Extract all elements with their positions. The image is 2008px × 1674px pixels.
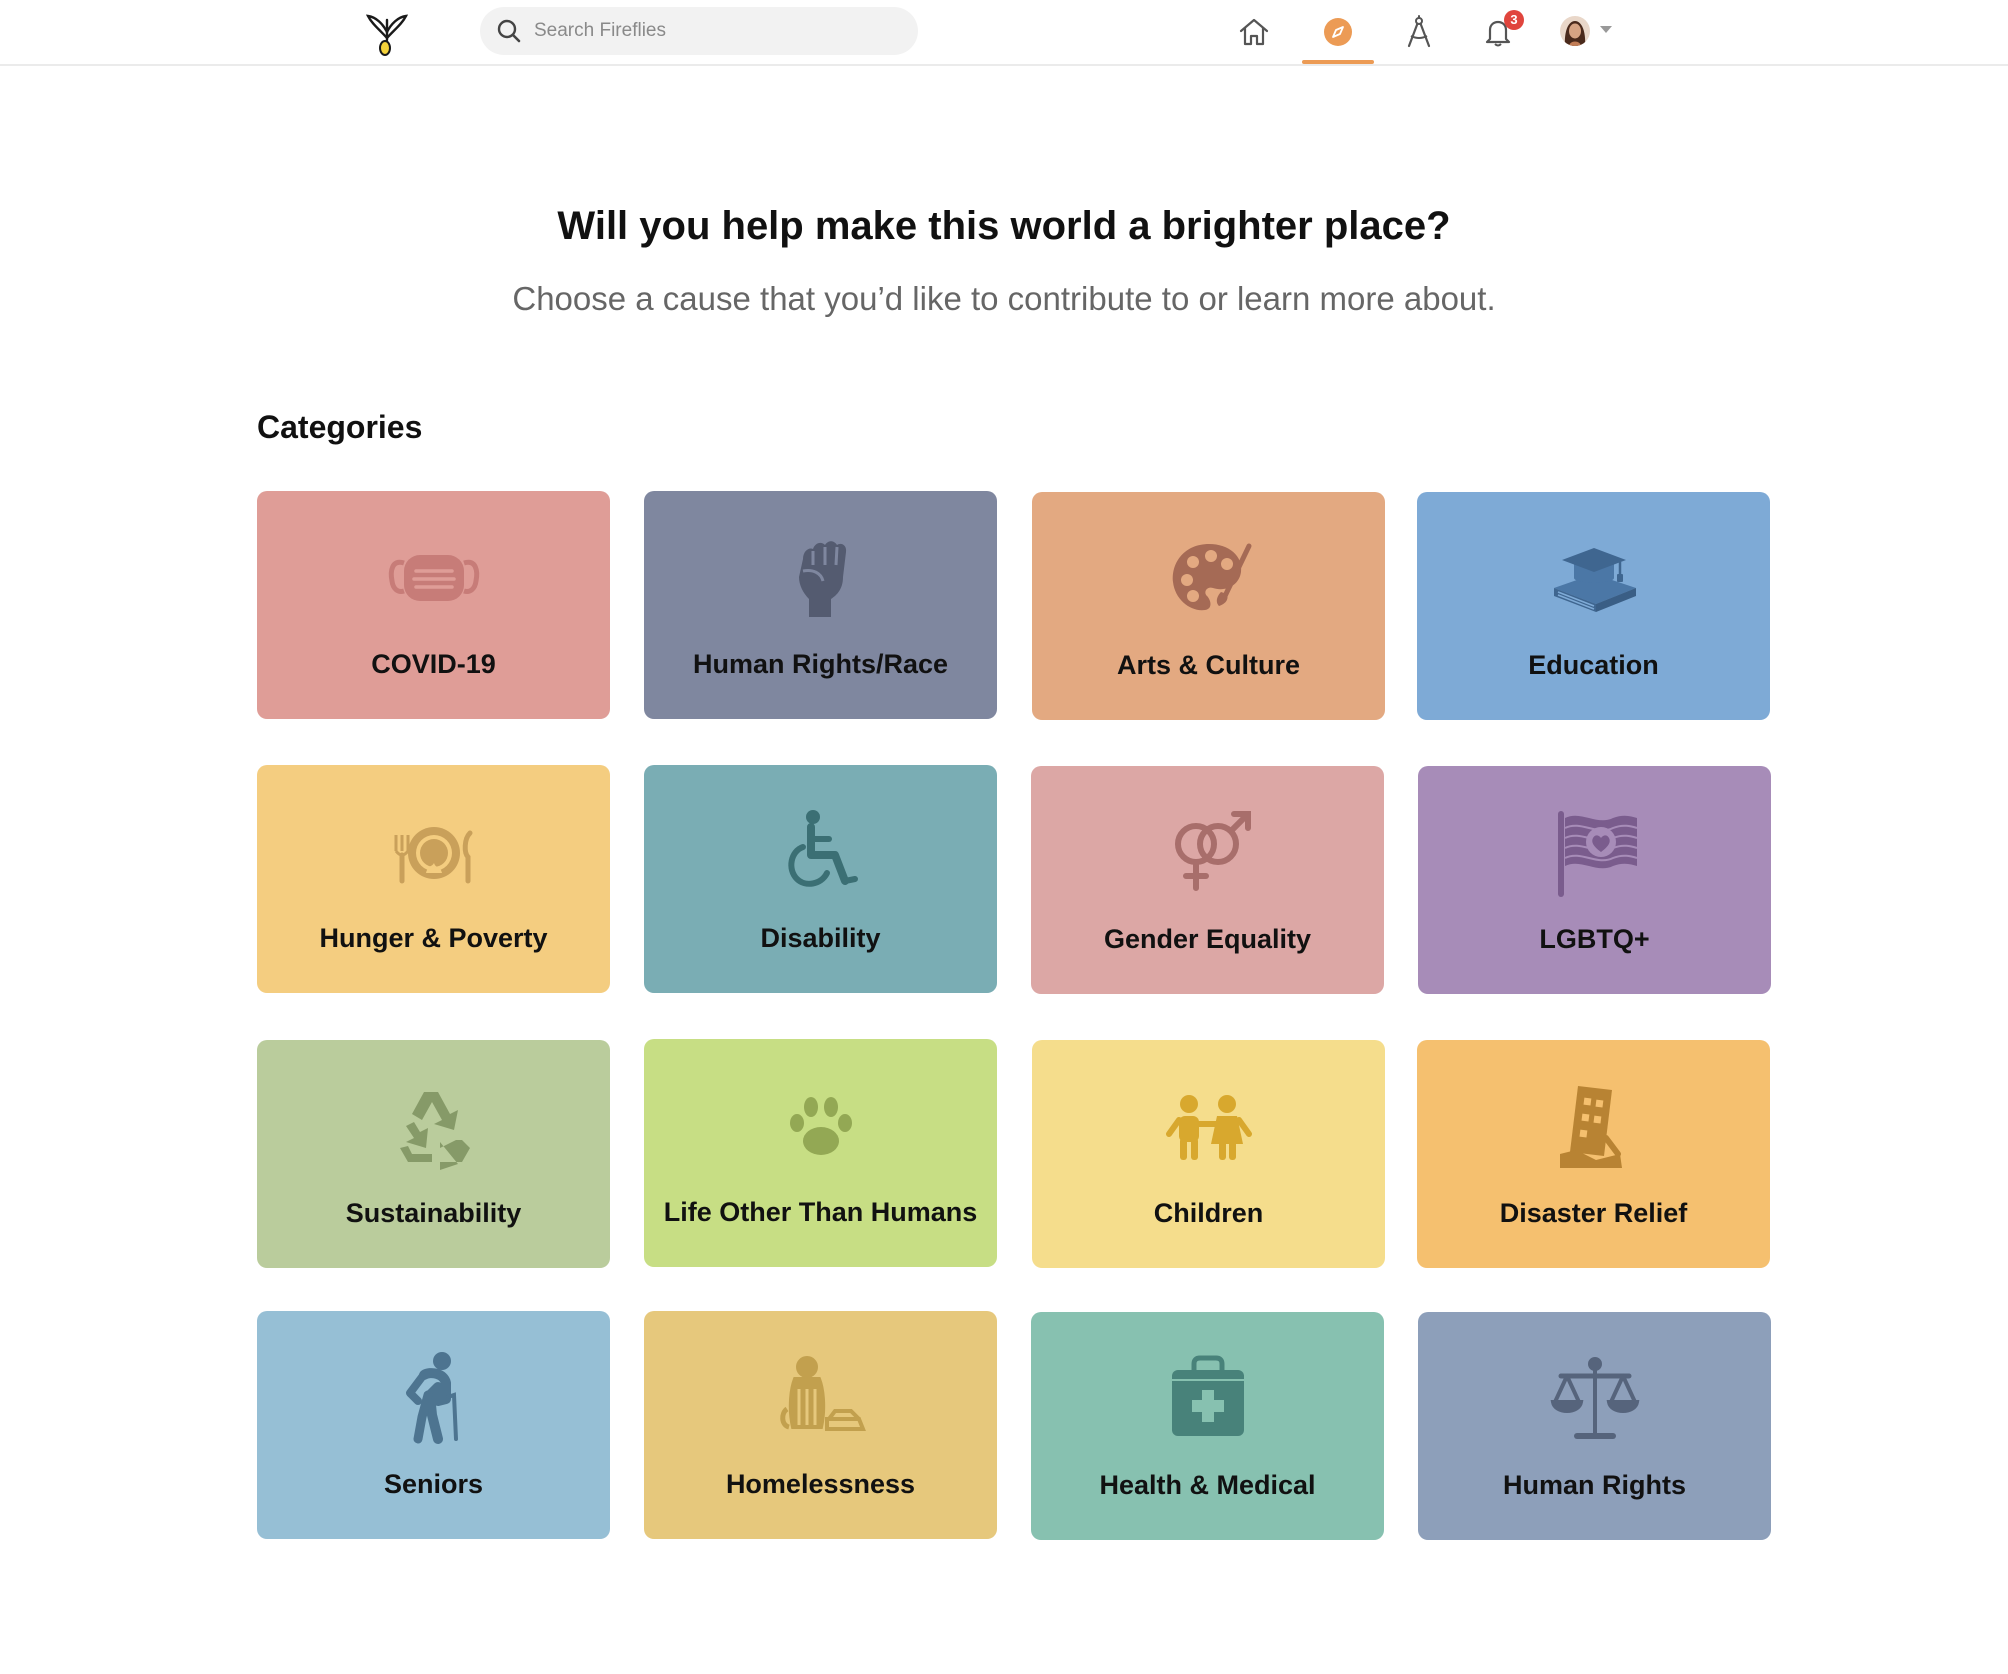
notification-count-badge: 3 (1504, 10, 1524, 30)
category-label: Education (1528, 650, 1659, 680)
active-tab-indicator (1302, 60, 1374, 64)
homeless-person-icon (644, 1349, 997, 1445)
category-card-life-other-than-humans[interactable]: Life Other Than Humans (644, 1039, 997, 1267)
collapsed-building-icon (1417, 1078, 1770, 1174)
nav-explore-button[interactable] (1310, 8, 1366, 56)
paw-print-icon (644, 1077, 997, 1173)
raised-fist-icon (644, 529, 997, 625)
graduation-book-icon (1417, 530, 1770, 626)
category-card-children[interactable]: Children (1032, 1040, 1385, 1268)
category-card-covid-19[interactable]: COVID-19 (257, 491, 610, 719)
category-label: Human Rights/Race (692, 649, 949, 679)
category-card-human-rights[interactable]: Human Rights (1418, 1312, 1771, 1540)
category-label: LGBTQ+ (1539, 924, 1650, 954)
category-card-homelessness[interactable]: Homelessness (644, 1311, 997, 1539)
user-avatar[interactable] (1560, 16, 1590, 46)
category-label: Homelessness (725, 1469, 916, 1499)
category-card-sustainability[interactable]: Sustainability (257, 1040, 610, 1268)
category-card-health-medical[interactable]: Health & Medical (1031, 1312, 1384, 1540)
search-icon (497, 19, 521, 43)
recycle-icon (257, 1078, 610, 1174)
category-card-seniors[interactable]: Seniors (257, 1311, 610, 1539)
categories-heading: Categories (257, 409, 423, 445)
category-label: Life Other Than Humans (663, 1197, 978, 1227)
first-aid-kit-icon (1031, 1350, 1384, 1446)
category-card-arts-culture[interactable]: Arts & Culture (1032, 492, 1385, 720)
category-label: Hunger & Poverty (319, 923, 548, 953)
category-label: Children (1153, 1198, 1264, 1228)
category-label: COVID-19 (371, 649, 496, 679)
page-title: Will you help make this world a brighter… (557, 204, 1451, 248)
pride-flag-heart-icon (1418, 804, 1771, 900)
elderly-person-icon (257, 1349, 610, 1445)
account-dropdown-caret-icon[interactable] (1600, 26, 1612, 33)
nav-home-button[interactable] (1226, 8, 1282, 56)
category-label: Sustainability (345, 1198, 522, 1228)
category-card-disaster-relief[interactable]: Disaster Relief (1417, 1040, 1770, 1268)
category-card-education[interactable]: Education (1417, 492, 1770, 720)
wheelchair-icon (644, 803, 997, 899)
palette-icon (1032, 530, 1385, 626)
compass-explore-icon (1324, 18, 1352, 46)
nav-drafting-button[interactable] (1391, 8, 1447, 56)
category-card-disability[interactable]: Disability (644, 765, 997, 993)
category-label: Seniors (383, 1469, 484, 1499)
category-card-gender-equality[interactable]: Gender Equality (1031, 766, 1384, 994)
page-subtitle: Choose a cause that you’d like to contri… (512, 280, 1496, 317)
gender-symbols-icon (1031, 804, 1384, 900)
fireflies-logo-icon[interactable] (362, 8, 412, 58)
category-card-lgbtq[interactable]: LGBTQ+ (1418, 766, 1771, 994)
category-label: Arts & Culture (1116, 650, 1300, 680)
category-label: Gender Equality (1103, 924, 1312, 954)
category-label: Disability (760, 923, 881, 953)
category-label: Health & Medical (1099, 1470, 1316, 1500)
category-card-hunger-poverty[interactable]: Hunger & Poverty (257, 765, 610, 993)
category-label: Disaster Relief (1499, 1198, 1688, 1228)
search-bar[interactable] (480, 7, 918, 55)
children-icon (1032, 1078, 1385, 1174)
home-icon (1239, 18, 1269, 46)
scales-icon (1418, 1350, 1771, 1446)
category-label: Human Rights (1502, 1470, 1686, 1500)
search-input[interactable] (534, 20, 894, 42)
category-card-human-rights-race[interactable]: Human Rights/Race (644, 491, 997, 719)
face-mask-icon (257, 529, 610, 625)
plate-cutlery-icon (257, 803, 610, 899)
drafting-compass-icon (1407, 15, 1431, 48)
top-navigation-bar: 3 (0, 0, 2008, 66)
